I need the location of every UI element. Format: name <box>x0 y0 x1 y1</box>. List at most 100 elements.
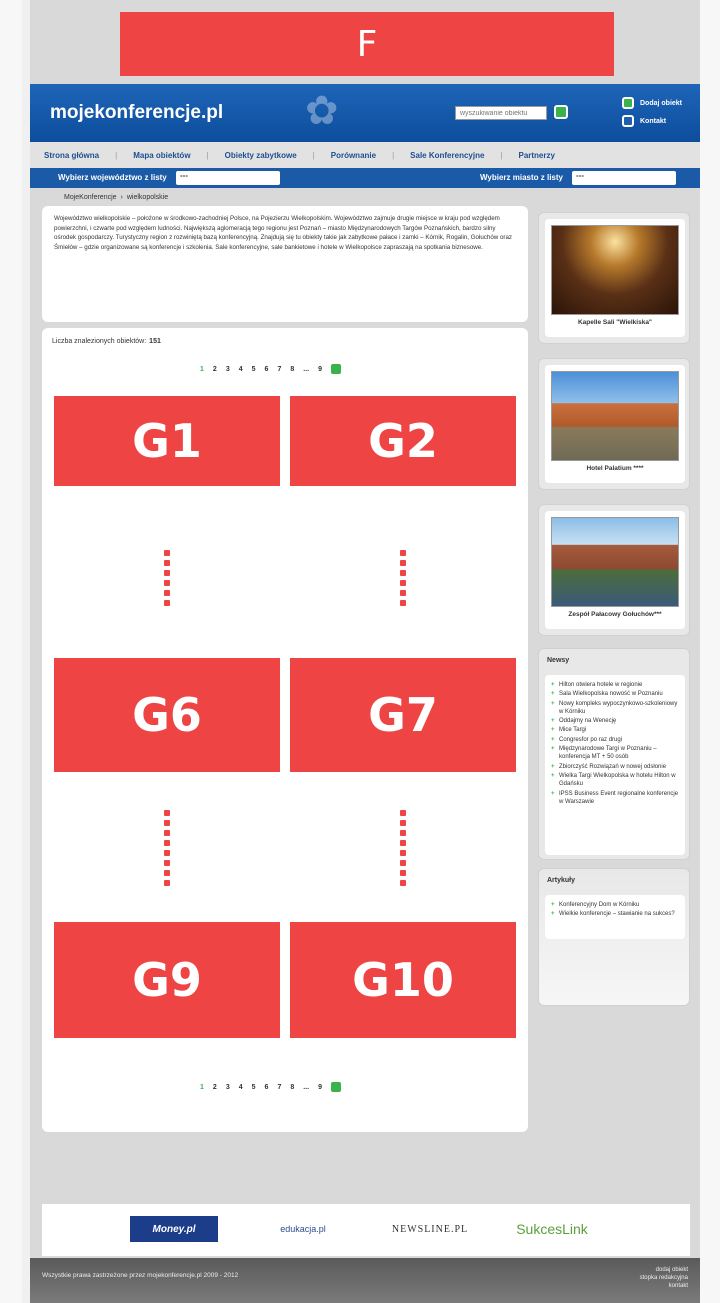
articles-list: Konferencyjny Dom w Kórniku Wielkie konf… <box>545 895 685 939</box>
tile-g9[interactable]: G9 <box>54 922 280 1038</box>
news-item[interactable]: Zbiorczyść Rozwiązań w nowej odsłonie <box>551 763 679 772</box>
site-logo[interactable]: mojekonferencje.pl <box>50 102 223 124</box>
news-item[interactable]: Hilton otwiera hotele w regionie <box>551 681 679 690</box>
venue-caption[interactable]: Zespół Pałacowy Gołuchów*** <box>545 611 685 618</box>
region-description: Województwo wielkopolskie – położone w ś… <box>42 206 528 322</box>
page-link[interactable]: 8 <box>290 1084 294 1091</box>
page-link[interactable]: 2 <box>213 366 217 373</box>
tile-g2[interactable]: G2 <box>290 396 516 486</box>
partner-logos: Money.pl edukacja.pl NEWSLINE.PL SukcesL… <box>42 1204 690 1256</box>
nav-separator: | <box>115 150 118 160</box>
site-header: mojekonferencje.pl ✿ Dodaj obiekt Kontak… <box>30 84 700 142</box>
page-link[interactable]: 7 <box>277 366 281 373</box>
search-go-button[interactable] <box>554 105 568 119</box>
nav-item-compare[interactable]: Porównanie <box>331 151 376 160</box>
pagination-bottom: 1 2 3 4 5 6 7 8 ... 9 <box>200 1082 341 1092</box>
decorative-swirl-icon: ✿ <box>305 89 339 133</box>
page-link[interactable]: 1 <box>200 366 204 373</box>
city-select-label: Wybierz miasto z listy <box>480 173 563 182</box>
nav-item-map[interactable]: Mapa obiektów <box>133 151 190 160</box>
page-link[interactable]: 5 <box>252 366 256 373</box>
tile-g1[interactable]: G1 <box>54 396 280 486</box>
news-box: Newsy Hilton otwiera hotele w regionie S… <box>538 648 690 860</box>
tile-g7[interactable]: G7 <box>290 658 516 772</box>
next-page-icon[interactable] <box>331 1082 341 1092</box>
page-link[interactable]: 3 <box>226 1084 230 1091</box>
footer-link[interactable]: dodaj obiekt <box>640 1266 688 1274</box>
article-item[interactable]: Wielkie konferencje – stawianie na sukce… <box>551 910 679 919</box>
news-item[interactable]: Nowy kompleks wypoczynkowo-szkoleniowy w… <box>551 700 679 717</box>
page-link[interactable]: 9 <box>318 366 322 373</box>
nav-separator: | <box>312 150 315 160</box>
site-footer: Wszystkie prawa zastrzeżone przez mojeko… <box>30 1258 700 1303</box>
ellipsis-dots-icon <box>400 550 406 606</box>
voivodeship-select[interactable]: --- <box>176 171 280 185</box>
page-link[interactable]: 9 <box>318 1084 322 1091</box>
page-link[interactable]: 4 <box>239 1084 243 1091</box>
news-item[interactable]: Mice Targi <box>551 726 679 735</box>
page-link[interactable]: 4 <box>239 366 243 373</box>
page-link[interactable]: 6 <box>265 1084 269 1091</box>
nav-item-partners[interactable]: Partnerzy <box>518 151 554 160</box>
venue-photo[interactable] <box>551 225 679 315</box>
venue-photo[interactable] <box>551 371 679 461</box>
screen: F mojekonferencje.pl ✿ Dodaj obiekt Kont… <box>0 0 720 1303</box>
footer-link[interactable]: kontakt <box>640 1282 688 1290</box>
tile-g10[interactable]: G10 <box>290 922 516 1038</box>
pagination-top: 1 2 3 4 5 6 7 8 ... 9 <box>200 364 341 374</box>
featured-venue-inner: Kapelle Sali "Wielkiska" <box>545 219 685 337</box>
listing-panel: Liczba znalezionych obiektów: 151 1 2 3 4… <box>42 328 528 1132</box>
page-link[interactable]: 8 <box>290 366 294 373</box>
partner-logo[interactable]: SukcesLink <box>504 1216 600 1242</box>
nav-item-rooms[interactable]: Sale Konferencyjne <box>410 151 484 160</box>
page-link[interactable]: 6 <box>265 366 269 373</box>
add-object-link[interactable]: Dodaj obiekt <box>622 96 682 110</box>
news-item[interactable]: Międzynarodowe Targi w Poznaniu – konfer… <box>551 745 679 762</box>
main-nav: Strona główna | Mapa obiektów | Obiekty za… <box>30 142 700 168</box>
articles-box: Artykuły Konferencyjny Dom w Kórniku Wie… <box>538 868 690 1006</box>
news-item[interactable]: Oddajmy na Wenecję <box>551 717 679 726</box>
footer-link[interactable]: stopka redakcyjna <box>640 1274 688 1282</box>
nav-separator: | <box>500 150 503 160</box>
breadcrumb-separator: › <box>120 194 123 201</box>
city-select[interactable]: --- <box>572 171 676 185</box>
contact-icon <box>622 115 634 127</box>
page-link[interactable]: 7 <box>277 1084 281 1091</box>
news-item[interactable]: Wielka Targi Wielkopolska w hotelu Hilto… <box>551 772 679 789</box>
venue-photo[interactable] <box>551 517 679 607</box>
breadcrumb: MojeKonferencje › wielkopolskie <box>64 194 168 201</box>
news-item[interactable]: Sala Wielkopolska nowość w Poznaniu <box>551 690 679 699</box>
page-link[interactable]: 2 <box>213 1084 217 1091</box>
footer-links: dodaj obiekt stopka redakcyjna kontakt <box>640 1266 688 1290</box>
breadcrumb-home[interactable]: MojeKonferencje <box>64 194 117 201</box>
page-link[interactable]: 1 <box>200 1084 204 1091</box>
nav-item-historic[interactable]: Obiekty zabytkowe <box>225 151 297 160</box>
venue-caption[interactable]: Kapelle Sali "Wielkiska" <box>545 319 685 326</box>
left-margin <box>0 0 22 1303</box>
partner-logo[interactable]: Money.pl <box>130 1216 218 1242</box>
news-item[interactable]: Congresfor po raz drugi <box>551 736 679 745</box>
next-page-icon[interactable] <box>331 364 341 374</box>
search-input[interactable] <box>455 106 547 120</box>
page-link[interactable]: 5 <box>252 1084 256 1091</box>
results-count-value: 151 <box>149 338 161 345</box>
news-title: Newsy <box>547 657 570 664</box>
add-object-label: Dodaj obiekt <box>640 99 683 107</box>
location-select-bar: Wybierz województwo z listy --- Wybierz … <box>30 168 700 188</box>
ellipsis-dots-icon <box>164 550 170 606</box>
page-ellipsis: ... <box>303 365 310 373</box>
article-item[interactable]: Konferencyjny Dom w Kórniku <box>551 901 679 910</box>
tile-g6[interactable]: G6 <box>54 658 280 772</box>
featured-venue-card[interactable]: Kapelle Sali "Wielkiska" <box>538 212 690 344</box>
featured-venue-card[interactable]: Zespół Pałacowy Gołuchów*** <box>538 504 690 636</box>
ellipsis-dots-icon <box>400 810 406 886</box>
contact-link[interactable]: Kontakt <box>622 114 666 128</box>
partner-logo[interactable]: NEWSLINE.PL <box>382 1216 478 1242</box>
featured-venue-card[interactable]: Hotel Palatium **** <box>538 358 690 490</box>
news-item[interactable]: IPSS Business Event regionalne konferenc… <box>551 790 679 807</box>
nav-item-home[interactable]: Strona główna <box>44 151 99 160</box>
venue-caption[interactable]: Hotel Palatium **** <box>545 465 685 472</box>
results-count-label: Liczba znalezionych obiektów: <box>52 338 147 345</box>
partner-logo[interactable]: edukacja.pl <box>258 1216 348 1242</box>
page-link[interactable]: 3 <box>226 366 230 373</box>
